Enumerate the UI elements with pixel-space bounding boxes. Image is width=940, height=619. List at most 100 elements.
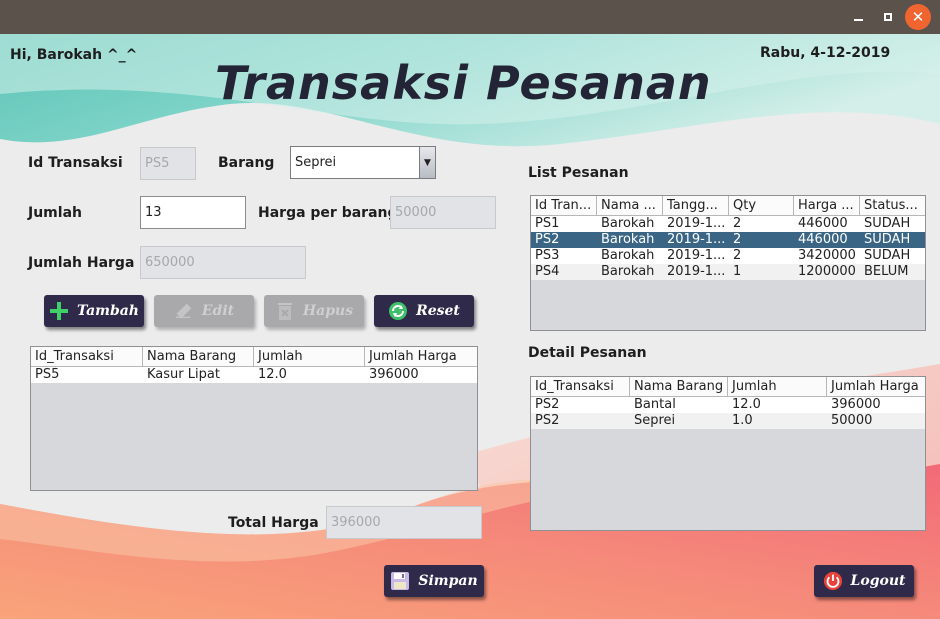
table-cell: Seprei xyxy=(634,413,676,428)
hapus-label: Hapus xyxy=(302,303,354,319)
table-cell: PS4 xyxy=(535,264,560,279)
close-icon[interactable]: ✕ xyxy=(905,4,931,30)
table-cell: 2 xyxy=(733,216,742,231)
table-row[interactable]: PS2 Seprei 1.0 50000 xyxy=(531,413,925,429)
table-cell: 2 xyxy=(733,248,742,263)
table-cell: PS2 xyxy=(535,397,560,412)
column-header[interactable]: Harga ... xyxy=(794,196,860,215)
tambah-button[interactable]: Tambah xyxy=(44,295,144,327)
table-cell: 50000 xyxy=(831,413,873,428)
table-cell: Bantal xyxy=(634,397,676,412)
trash-icon xyxy=(275,301,295,321)
table-cell: 446000 xyxy=(798,216,848,231)
table-cell: Barokah xyxy=(601,264,655,279)
column-header[interactable]: Nama ... xyxy=(597,196,663,215)
table-cell: SUDAH xyxy=(864,216,911,231)
table-cell: BELUM xyxy=(864,264,909,279)
table-cell: Barokah xyxy=(601,216,655,231)
detail-pesanan-label: Detail Pesanan xyxy=(528,345,647,361)
column-header[interactable]: Jumlah Harga xyxy=(827,377,925,396)
tambah-label: Tambah xyxy=(76,303,139,319)
edit-button[interactable]: Edit xyxy=(154,295,254,327)
table-cell: 2019-1... xyxy=(667,264,726,279)
table-cell: Kasur Lipat xyxy=(147,367,220,382)
refresh-icon xyxy=(388,301,408,321)
hapus-button[interactable]: Hapus xyxy=(264,295,364,327)
plus-icon xyxy=(49,301,69,321)
edit-icon xyxy=(174,301,194,321)
maximize-icon[interactable] xyxy=(875,4,901,30)
table-row[interactable]: PS2 Bantal 12.0 396000 xyxy=(531,397,925,413)
table-cell: SUDAH xyxy=(864,248,911,263)
table-cell: PS2 xyxy=(535,232,560,247)
simpan-label: Simpan xyxy=(418,573,478,589)
chevron-down-icon[interactable]: ▼ xyxy=(419,147,435,178)
column-header[interactable]: Status... xyxy=(860,196,925,215)
table-cell: 2 xyxy=(733,232,742,247)
reset-label: Reset xyxy=(416,303,460,319)
table-cell: PS5 xyxy=(35,367,60,382)
column-header[interactable]: Tangg... xyxy=(663,196,729,215)
column-header[interactable]: Id Tran... xyxy=(531,196,597,215)
column-header[interactable]: Id_Transaksi xyxy=(31,347,143,366)
cart-table[interactable]: Id_Transaksi Nama Barang Jumlah Jumlah H… xyxy=(30,346,478,491)
table-cell: 2019-1... xyxy=(667,232,726,247)
window-titlebar: ✕ xyxy=(0,0,940,34)
column-header[interactable]: Qty xyxy=(729,196,794,215)
id-transaksi-field: PS5 xyxy=(140,147,196,180)
table-cell: SUDAH xyxy=(864,232,911,247)
column-header[interactable]: Jumlah xyxy=(254,347,365,366)
greeting-text: Hi, Barokah ^_^ xyxy=(10,47,138,63)
detail-pesanan-table[interactable]: Id_Transaksi Nama Barang Jumlah Jumlah H… xyxy=(530,376,926,531)
column-header[interactable]: Jumlah xyxy=(728,377,827,396)
table-cell: 396000 xyxy=(369,367,419,382)
table-cell: 2019-1... xyxy=(667,216,726,231)
jumlah-harga-field: 650000 xyxy=(140,246,306,279)
jumlah-label: Jumlah xyxy=(28,205,82,221)
column-header[interactable]: Nama Barang xyxy=(630,377,728,396)
cart-table-header: Id_Transaksi Nama Barang Jumlah Jumlah H… xyxy=(31,347,477,367)
barang-label: Barang xyxy=(218,155,275,171)
detail-pesanan-header: Id_Transaksi Nama Barang Jumlah Jumlah H… xyxy=(531,377,925,397)
table-row[interactable]: PS5 Kasur Lipat 12.0 396000 xyxy=(31,367,477,383)
main-panel: Hi, Barokah ^_^ Rabu, 4-12-2019 Transaks… xyxy=(0,34,940,619)
jumlah-harga-label: Jumlah Harga xyxy=(28,255,135,271)
date-text: Rabu, 4-12-2019 xyxy=(760,45,891,61)
table-cell: 396000 xyxy=(831,397,881,412)
harga-per-barang-label: Harga per barang xyxy=(258,205,398,221)
list-pesanan-table[interactable]: Id Tran... Nama ... Tangg... Qty Harga .… xyxy=(530,195,926,331)
barang-select[interactable]: Seprei ▼ xyxy=(290,146,436,179)
page-title: Transaksi Pesanan xyxy=(215,56,712,110)
table-row[interactable]: PS4 Barokah 2019-1... 1 1200000 BELUM xyxy=(531,264,925,280)
logout-label: Logout xyxy=(850,573,906,589)
reset-button[interactable]: Reset xyxy=(374,295,474,327)
total-harga-field: 396000 xyxy=(326,506,482,539)
table-cell: 3420000 xyxy=(798,248,856,263)
table-cell: Barokah xyxy=(601,248,655,263)
barang-selected-value: Seprei xyxy=(295,155,337,170)
table-cell: 1200000 xyxy=(798,264,856,279)
edit-label: Edit xyxy=(201,303,235,319)
table-row[interactable]: PS1 Barokah 2019-1... 2 446000 SUDAH xyxy=(531,216,925,232)
total-harga-label: Total Harga xyxy=(228,515,319,531)
table-cell: PS3 xyxy=(535,248,560,263)
table-row-selected[interactable]: PS2 Barokah 2019-1... 2 446000 SUDAH xyxy=(531,232,925,248)
table-cell: 2019-1... xyxy=(667,248,726,263)
id-transaksi-label: Id Transaksi xyxy=(28,155,123,171)
column-header[interactable]: Id_Transaksi xyxy=(531,377,630,396)
list-pesanan-header: Id Tran... Nama ... Tangg... Qty Harga .… xyxy=(531,196,925,216)
column-header[interactable]: Nama Barang xyxy=(143,347,254,366)
table-row[interactable]: PS3 Barokah 2019-1... 2 3420000 SUDAH xyxy=(531,248,925,264)
table-cell: PS2 xyxy=(535,413,560,428)
logout-button[interactable]: Logout xyxy=(814,565,914,597)
table-cell: 12.0 xyxy=(732,397,761,412)
list-pesanan-label: List Pesanan xyxy=(528,165,629,181)
table-cell: 1 xyxy=(733,264,742,279)
power-icon xyxy=(823,571,843,591)
minimize-icon[interactable] xyxy=(845,4,871,30)
table-cell: 1.0 xyxy=(732,413,753,428)
jumlah-input[interactable]: 13 xyxy=(140,196,246,229)
column-header[interactable]: Jumlah Harga xyxy=(365,347,477,366)
save-icon xyxy=(390,571,410,591)
simpan-button[interactable]: Simpan xyxy=(384,565,484,597)
